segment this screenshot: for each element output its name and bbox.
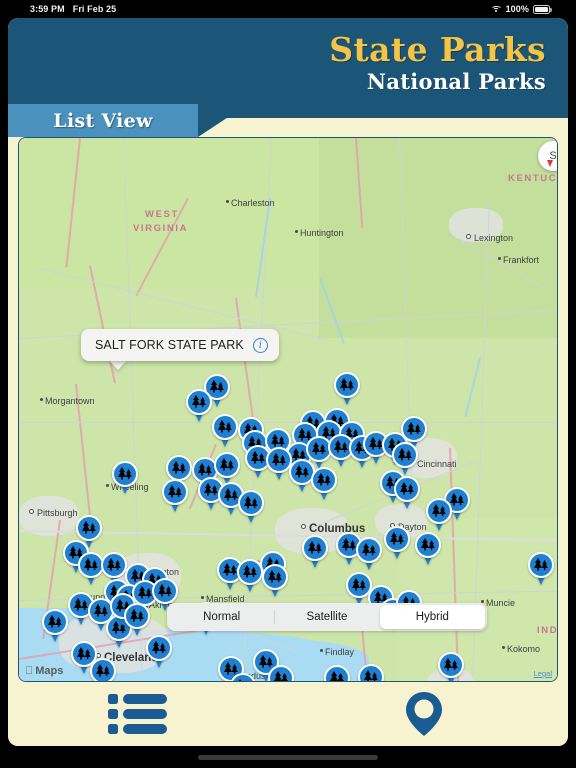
- status-time: 3:59 PM: [30, 4, 65, 14]
- tab-list-view[interactable]: List View: [8, 104, 198, 137]
- map-label-dot: [498, 257, 501, 260]
- segment-normal[interactable]: Normal: [169, 605, 274, 629]
- map-pin[interactable]: [394, 476, 420, 509]
- map-pin[interactable]: [212, 414, 238, 447]
- callout-title: SALT FORK STATE PARK: [95, 338, 244, 352]
- list-bullet-icon-row2: [108, 709, 167, 719]
- bottom-toolbar: [8, 682, 568, 746]
- map-label-dot: [466, 234, 471, 239]
- map-label-dot: [502, 646, 505, 649]
- map-label: Charleston: [231, 198, 275, 208]
- map-label: KENTUCKY: [508, 173, 557, 184]
- status-date: Fri Feb 25: [72, 4, 117, 14]
- app-window: State Parks National Parks List View Cha…: [8, 18, 568, 746]
- map-pin[interactable]: [238, 490, 264, 523]
- map-label: INDIANA: [537, 625, 557, 636]
- map-label: WEST: [145, 209, 179, 220]
- map-pin[interactable]: [415, 532, 441, 565]
- map-label-dot: [295, 230, 298, 233]
- map-view-button[interactable]: [402, 690, 446, 738]
- map-label-dot: [320, 649, 323, 652]
- page-subtitle: National Parks: [366, 68, 546, 94]
- apple-maps-attribution:  Maps: [25, 665, 63, 677]
- map-label-dot: [201, 596, 204, 599]
- map-pin[interactable]: [302, 535, 328, 568]
- map-label: Kokomo: [507, 644, 541, 654]
- map-label: Lexington: [474, 233, 514, 243]
- map-pin[interactable]: [237, 559, 263, 592]
- legal-link[interactable]: Legal: [534, 669, 552, 678]
- map-label: VIRGINIA: [133, 223, 189, 234]
- map-label-dot: [29, 509, 34, 514]
- map-pin[interactable]: [146, 635, 172, 668]
- battery-percent-label: 100%: [505, 4, 529, 14]
- map-pin[interactable]: [262, 564, 288, 597]
- list-bullet-icon: [108, 694, 167, 704]
- map-pin[interactable]: [112, 461, 138, 494]
- segment-satellite[interactable]: Satellite: [274, 605, 379, 629]
- map-label: Pittsburgh: [37, 508, 78, 518]
- maps-attribution-label: Maps: [27, 665, 63, 677]
- map-pin[interactable]: [356, 537, 382, 570]
- compass-needle: [547, 160, 553, 167]
- status-bar-right: 100%: [490, 4, 552, 14]
- home-indicator: [198, 755, 378, 760]
- map-label: Findlay: [325, 647, 355, 657]
- map-pin[interactable]: [358, 664, 384, 681]
- header-title-stack: State Parks National Parks: [329, 32, 546, 95]
- map-callout[interactable]: SALT FORK STATE PARK i: [81, 329, 279, 361]
- apple-logo-icon: : [25, 665, 33, 677]
- map-pin[interactable]: [186, 389, 212, 422]
- info-circle-icon[interactable]: i: [252, 337, 268, 353]
- map-label: Muncie: [486, 598, 516, 608]
- map-pin[interactable]: [528, 552, 554, 585]
- map-label-dot: [40, 398, 43, 401]
- status-bar: 3:59 PM Fri Feb 25 100%: [0, 0, 576, 18]
- page-title: State Parks: [329, 30, 546, 69]
- list-view-button[interactable]: [108, 692, 168, 736]
- map-pin[interactable]: [162, 479, 188, 512]
- map-label: Morgantown: [45, 396, 95, 406]
- callout-arrow: [109, 360, 127, 370]
- app-header: State Parks National Parks: [8, 18, 568, 118]
- map-pin[interactable]: [334, 372, 360, 405]
- map-pin[interactable]: [90, 658, 116, 681]
- battery-full-icon: [533, 4, 552, 14]
- map-canvas[interactable]: Charleston Huntington Lexington Frankfort KE…: [19, 138, 557, 681]
- segment-hybrid[interactable]: Hybrid: [379, 605, 485, 629]
- status-bar-left: 3:59 PM Fri Feb 25: [30, 4, 116, 14]
- tab-list-view-label: List View: [53, 109, 153, 132]
- wifi-icon: [490, 5, 502, 14]
- map-label-dot: [301, 524, 306, 529]
- map-label-dot: [106, 484, 109, 487]
- map-label-dot: [226, 200, 229, 203]
- map-pin[interactable]: [438, 652, 464, 681]
- map-pin[interactable]: [124, 603, 150, 636]
- device-frame: 3:59 PM Fri Feb 25 100% State Parks Nati…: [0, 0, 576, 768]
- map-label: Frankfort: [503, 255, 540, 265]
- map-label: Huntington: [300, 228, 344, 238]
- map-pin[interactable]: [324, 665, 350, 681]
- map-pin[interactable]: [311, 467, 337, 500]
- map-pin[interactable]: [268, 665, 294, 681]
- map-type-segmented-control[interactable]: Normal Satellite Hybrid: [167, 603, 487, 631]
- list-bullet-icon-row3: [108, 724, 167, 734]
- tab-ribbon-fold: [198, 104, 248, 137]
- map-pin-icon: [406, 692, 442, 736]
- map-pin[interactable]: [42, 609, 68, 642]
- map-container[interactable]: Charleston Huntington Lexington Frankfort KE…: [18, 137, 558, 682]
- map-label: Cincinnati: [417, 459, 457, 469]
- map-pin[interactable]: [384, 526, 410, 559]
- map-pin[interactable]: [426, 498, 452, 531]
